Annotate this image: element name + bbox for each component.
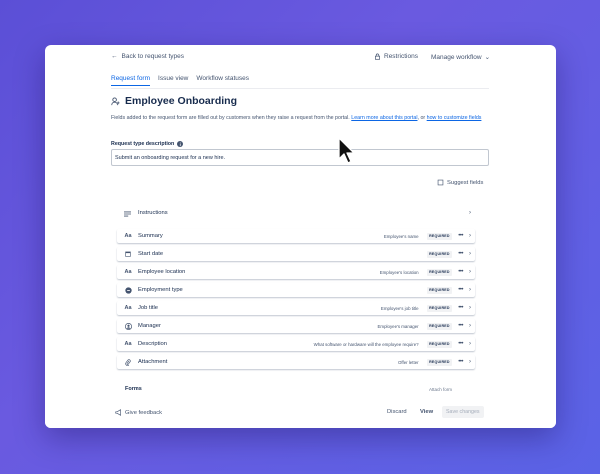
restrictions-label: Restrictions	[384, 53, 418, 60]
text-icon: Aa	[124, 233, 132, 239]
more-options-icon[interactable]: •••	[458, 323, 463, 329]
field-hint: Employee's location	[379, 269, 419, 275]
chevron-down-icon: ⌄	[484, 54, 491, 61]
instructions-label: Instructions	[138, 210, 168, 216]
attachment-icon	[121, 358, 135, 366]
chevron-right-icon[interactable]: ›	[469, 233, 471, 239]
manage-workflow-label: Manage workflow	[431, 53, 482, 61]
field-name: Manager	[138, 323, 161, 329]
megaphone-icon	[115, 409, 121, 416]
field-row[interactable]: Start date REQUIRED ••• ›	[117, 247, 475, 261]
footer-bar: Give feedback Discard View Save changes	[45, 401, 556, 428]
required-badge: REQUIRED	[426, 322, 453, 330]
tab-request-form[interactable]: Request form	[111, 75, 151, 86]
chevron-right-icon[interactable]: ›	[469, 287, 471, 293]
tab-issue-view[interactable]: Issue view	[158, 75, 188, 86]
field-name: Summary	[138, 233, 163, 239]
restrictions-button[interactable]: Restrictions	[374, 53, 418, 60]
required-badge: REQUIRED	[426, 304, 453, 312]
select-icon	[121, 286, 135, 294]
request-type-description-label: Request type description i	[111, 141, 184, 147]
give-feedback-label: Give feedback	[125, 409, 163, 416]
give-feedback-button[interactable]: Give feedback	[115, 409, 162, 416]
field-hint: Employee's manager	[377, 323, 419, 329]
field-name: Description	[138, 341, 167, 347]
required-badge: REQUIRED	[426, 250, 453, 258]
required-badge: REQUIRED	[426, 340, 453, 348]
field-name: Job title	[138, 305, 158, 311]
top-bar: ← Back to request types Restrictions Man…	[45, 53, 556, 69]
chevron-right-icon[interactable]: ›	[469, 251, 471, 257]
field-hint: What software or hardware will the emplo…	[313, 341, 419, 347]
field-row[interactable]: Aa Job title Employee's job title REQUIRED •…	[117, 301, 475, 315]
field-name: Attachment	[138, 359, 168, 365]
arrow-left-icon: ←	[111, 53, 118, 60]
field-row[interactable]: Manager Employee's manager REQUIRED ••• ›	[117, 319, 475, 333]
more-options-icon[interactable]: •••	[458, 359, 463, 365]
suggest-fields-label: Suggest fields	[447, 179, 484, 186]
chevron-right-icon[interactable]: ›	[469, 269, 471, 275]
calendar-icon	[121, 251, 135, 257]
text-icon: Aa	[124, 305, 132, 311]
request-type-description-label-text: Request type description	[111, 141, 175, 147]
app-window: ← Back to request types Restrictions Man…	[45, 45, 556, 428]
user-add-icon	[111, 96, 120, 105]
required-badge: REQUIRED	[426, 358, 453, 366]
field-name: Start date	[138, 251, 164, 257]
field-row[interactable]: Attachment Offer letter REQUIRED ••• ›	[117, 355, 475, 369]
field-hint: Employee's job title	[380, 305, 419, 311]
field-row[interactable]: Aa Employee location Employee's location RE…	[117, 265, 475, 279]
attach-form-button[interactable]: Attach form	[429, 387, 452, 392]
instructions-row[interactable]: Instructions ›	[117, 206, 475, 220]
mouse-cursor-icon	[338, 137, 355, 164]
user-icon	[121, 322, 135, 330]
chevron-right-icon[interactable]: ›	[469, 323, 471, 329]
page-header: Employee Onboarding	[111, 95, 237, 107]
chevron-right-icon[interactable]: ›	[469, 305, 471, 311]
page-description: Fields added to the request form are fil…	[111, 114, 491, 122]
more-options-icon[interactable]: •••	[458, 305, 463, 311]
field-row[interactable]: Aa Summary Employee's name REQUIRED ••• ›	[117, 229, 475, 243]
required-badge: REQUIRED	[426, 268, 453, 276]
suggest-fields-button[interactable]: Suggest fields	[437, 179, 483, 186]
field-row[interactable]: Aa Description What software or hardware w…	[117, 337, 475, 351]
chevron-right-icon[interactable]: ›	[469, 359, 471, 365]
tab-workflow-statuses[interactable]: Workflow statuses	[196, 75, 249, 86]
more-options-icon[interactable]: •••	[458, 233, 463, 239]
sparkle-icon	[437, 179, 444, 186]
back-label: Back to request types	[121, 53, 185, 60]
chevron-right-icon: ›	[469, 210, 471, 216]
paragraph-icon	[124, 204, 131, 222]
discard-button[interactable]: Discard	[387, 409, 407, 415]
description-text: Fields added to the request form are fil…	[111, 115, 350, 121]
required-badge: REQUIRED	[426, 286, 453, 294]
more-options-icon[interactable]: •••	[458, 251, 463, 257]
more-options-icon[interactable]: •••	[458, 269, 463, 275]
field-hint: Employee's name	[383, 233, 419, 239]
tabs-divider	[111, 88, 489, 89]
chevron-right-icon[interactable]: ›	[469, 341, 471, 347]
page-title: Employee Onboarding	[125, 95, 238, 107]
field-name: Employment type	[138, 287, 183, 293]
forms-section-label: Forms	[125, 386, 142, 392]
back-link[interactable]: ← Back to request types	[111, 53, 184, 60]
field-name: Employee location	[138, 269, 186, 275]
more-options-icon[interactable]: •••	[458, 341, 463, 347]
save-changes-button[interactable]: Save changes	[442, 406, 484, 418]
field-row[interactable]: Employment type REQUIRED ••• ›	[117, 283, 475, 297]
request-type-description-input[interactable]: Submit an onboarding request for a new h…	[111, 149, 489, 166]
required-badge: REQUIRED	[426, 232, 453, 240]
field-hint: Offer letter	[397, 359, 419, 365]
lock-icon	[375, 53, 380, 60]
description-or: , or	[417, 115, 426, 121]
tab-bar: Request form Issue view Workflow statuse…	[111, 75, 249, 86]
customize-fields-link[interactable]: how to customize fields	[427, 115, 482, 121]
info-icon[interactable]: i	[177, 141, 184, 147]
manage-workflow-button[interactable]: Manage workflow ⌄	[431, 53, 491, 62]
text-icon: Aa	[124, 269, 132, 275]
learn-more-link[interactable]: Learn more about this portal	[351, 115, 417, 121]
more-options-icon[interactable]: •••	[458, 287, 463, 293]
view-button[interactable]: View	[420, 409, 433, 415]
text-icon: Aa	[124, 341, 132, 347]
